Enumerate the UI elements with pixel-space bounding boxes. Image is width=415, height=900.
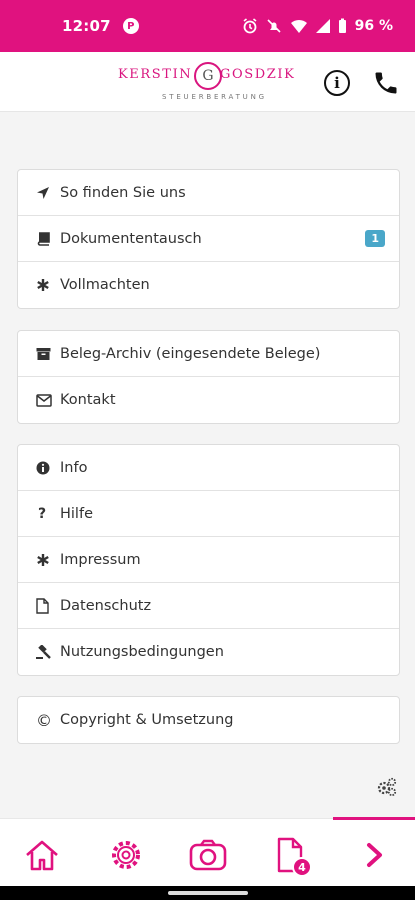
menu-item-label: Nutzungsbedingungen	[60, 644, 224, 660]
menu-item-label: Dokumententausch	[60, 230, 202, 247]
menu-item-terms[interactable]: Nutzungsbedingungen	[18, 629, 399, 675]
bottom-tab-bar: 4	[0, 817, 415, 886]
chevron-right-icon	[367, 843, 382, 867]
gear-icon	[112, 841, 140, 869]
app-header: KERSTIN G GOSDZIK STEUERBERATUNG i	[0, 52, 415, 112]
menu-item-label: Impressum	[60, 551, 141, 568]
menu-item-label: Hilfe	[60, 505, 93, 522]
location-arrow-icon	[36, 186, 56, 200]
tab-home[interactable]	[22, 835, 62, 875]
status-bar: 12:07 P 96 %	[0, 0, 415, 52]
menu-item-receipt-archive[interactable]: Beleg-Archiv (eingesendete Belege)	[18, 331, 399, 377]
menu-item-copyright[interactable]: © Copyright & Umsetzung	[18, 697, 399, 743]
menu-item-label: Datenschutz	[60, 597, 152, 614]
menu-item-label: Info	[60, 459, 88, 476]
info-button[interactable]: i	[324, 70, 350, 96]
active-tab-indicator	[333, 817, 415, 820]
call-button[interactable]	[372, 68, 400, 98]
menu-item-label: So finden Sie uns	[60, 184, 186, 201]
status-time: 12:07	[62, 17, 111, 35]
battery-icon	[338, 18, 346, 33]
menu-item-info[interactable]: Info	[18, 445, 399, 491]
menu-item-privacy[interactable]: Datenschutz	[18, 583, 399, 629]
unread-badge: 1	[365, 230, 385, 247]
menu-item-label: Copyright & Umsetzung	[60, 712, 234, 728]
wifi-icon	[290, 19, 307, 33]
gavel-icon	[36, 644, 56, 660]
asterisk-icon	[36, 278, 56, 292]
archive-icon	[36, 347, 56, 361]
system-navigation-bar	[0, 886, 415, 900]
info-circle-icon	[36, 461, 56, 475]
copyright-icon: ©	[36, 710, 52, 730]
file-icon	[36, 597, 56, 614]
camera-icon	[189, 839, 227, 871]
status-icons: 96 %	[242, 18, 393, 34]
menu-group-location: So finden Sie uns Dokumententausch 1 Vol…	[17, 169, 400, 309]
app-notification-icon: P	[122, 18, 139, 34]
menu-item-label: Kontakt	[60, 392, 116, 408]
menu-item-document-exchange[interactable]: Dokumententausch 1	[18, 216, 399, 262]
logo-last-name: GOSDZIK	[220, 67, 296, 82]
tab-services[interactable]	[106, 835, 146, 875]
tab-more[interactable]	[354, 835, 394, 875]
tab-documents[interactable]: 4	[270, 835, 312, 877]
logo-subtitle: STEUERBERATUNG	[162, 93, 267, 101]
menu-item-label: Vollmachten	[60, 277, 150, 293]
question-icon: ?	[38, 505, 47, 522]
menu-item-imprint[interactable]: Impressum	[18, 537, 399, 583]
menu-item-label: Beleg-Archiv (eingesendete Belege)	[60, 345, 321, 362]
tab-camera[interactable]	[188, 835, 228, 875]
menu-item-find-us[interactable]: So finden Sie uns	[18, 170, 399, 216]
book-icon	[36, 231, 56, 246]
documents-count-badge: 4	[292, 857, 312, 877]
signal-icon	[315, 19, 330, 33]
menu-item-power-of-attorney[interactable]: Vollmachten	[18, 262, 399, 308]
menu-item-help[interactable]: ? Hilfe	[18, 491, 399, 537]
home-icon	[26, 840, 58, 871]
battery-percent: 96 %	[354, 18, 393, 34]
settings-button[interactable]	[376, 776, 398, 798]
cogs-icon	[377, 777, 397, 797]
asterisk-icon	[36, 553, 56, 567]
menu-group-credits: © Copyright & Umsetzung	[17, 696, 400, 744]
menu-group-legal: Info ? Hilfe Impressum Datenschutz Nutzu…	[17, 444, 400, 676]
mute-icon	[267, 19, 281, 33]
envelope-icon	[36, 393, 56, 407]
logo-monogram: G	[194, 62, 222, 90]
menu-group-documents: Beleg-Archiv (eingesendete Belege) Konta…	[17, 330, 400, 424]
logo-first-name: KERSTIN	[118, 67, 193, 82]
alarm-icon	[243, 18, 257, 34]
menu-item-contact[interactable]: Kontakt	[18, 377, 399, 423]
company-logo[interactable]: KERSTIN G GOSDZIK STEUERBERATUNG	[118, 62, 298, 104]
info-icon: i	[334, 74, 340, 92]
home-gesture-handle[interactable]	[168, 891, 248, 895]
phone-icon	[375, 72, 397, 94]
